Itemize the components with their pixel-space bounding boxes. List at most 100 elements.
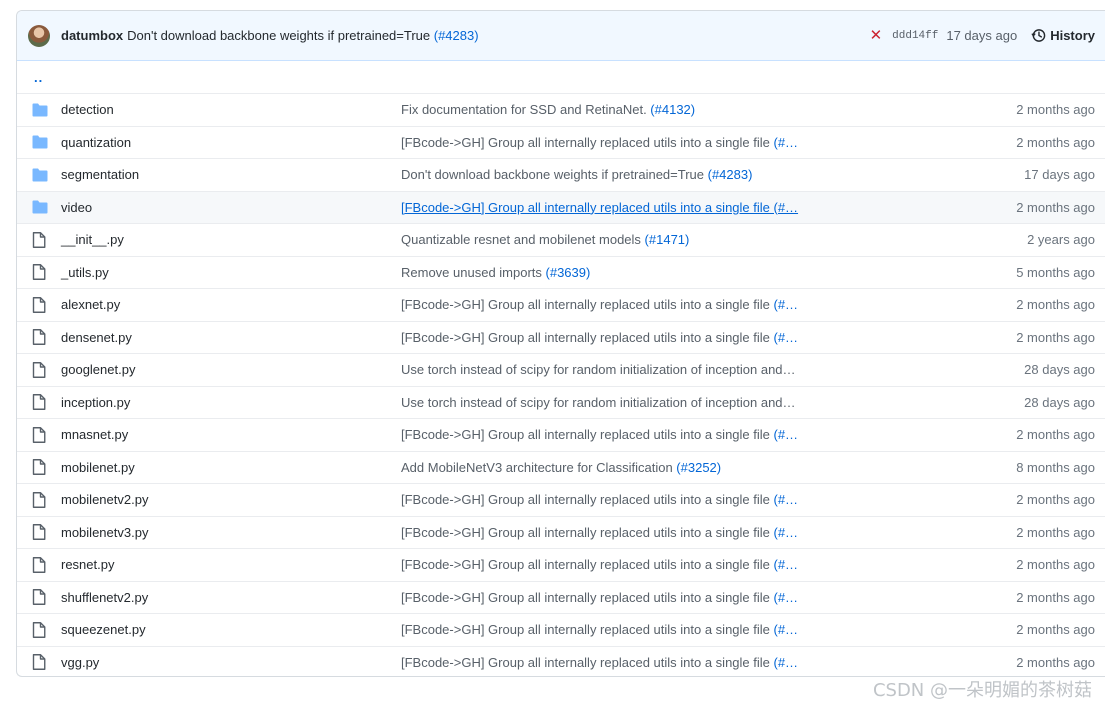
commit-message-link[interactable]: [FBcode->GH] Group all internally replac… — [401, 297, 801, 312]
commit-message-text[interactable]: [FBcode->GH] Group all internally replac… — [401, 590, 774, 605]
directory-row[interactable]: segmentation Don't download backbone weig… — [17, 158, 1105, 191]
commit-message-link[interactable]: [FBcode->GH] Group all internally replac… — [401, 557, 801, 572]
commit-message-text[interactable]: Don't download backbone weights if pretr… — [401, 167, 708, 182]
commit-message-link[interactable]: [FBcode->GH] Group all internally replac… — [401, 427, 801, 442]
file-name-link[interactable]: squeezenet.py — [61, 622, 401, 637]
commit-message-link[interactable]: Don't download backbone weights if pretr… — [401, 167, 801, 182]
parent-dir-link[interactable]: .. — [17, 70, 43, 85]
pr-link[interactable]: (#3639) — [546, 265, 591, 280]
file-name-link[interactable]: _utils.py — [61, 265, 401, 280]
file-name-link[interactable]: mnasnet.py — [61, 427, 401, 442]
file-row[interactable]: mnasnet.py [FBcode->GH] Group all interna… — [17, 418, 1105, 451]
file-row[interactable]: __init__.py Quantizable resnet and mobile… — [17, 223, 1105, 256]
pr-link[interactable]: (#… — [774, 590, 799, 605]
file-name-link[interactable]: mobilenetv2.py — [61, 492, 401, 507]
commit-message-text[interactable]: Remove unused imports — [401, 265, 546, 280]
file-name-link[interactable]: googlenet.py — [61, 362, 401, 377]
file-row[interactable]: mobilenet.py Add MobileNetV3 architecture… — [17, 450, 1105, 484]
commit-message-link[interactable]: [FBcode->GH] Group all internally replac… — [401, 135, 801, 150]
file-row[interactable]: resnet.py [FBcode->GH] Group all internal… — [17, 548, 1105, 581]
commit-message-link[interactable]: Fix documentation for SSD and RetinaNet.… — [401, 102, 801, 117]
file-row[interactable]: inception.py Use torch instead of scipy f… — [17, 385, 1105, 419]
commit-message-link[interactable]: [FBcode->GH] Group all internally replac… — [401, 525, 801, 540]
pr-link[interactable]: (#… — [774, 557, 799, 572]
pr-link[interactable]: (#… — [774, 525, 799, 540]
file-icon — [17, 556, 61, 573]
directory-row[interactable]: quantization [FBcode->GH] Group all inter… — [17, 125, 1105, 159]
commit-message-text[interactable]: [FBcode->GH] Group all internally replac… — [401, 622, 774, 637]
file-name-link[interactable]: densenet.py — [61, 330, 401, 345]
pr-link[interactable]: (#… — [774, 135, 799, 150]
file-icon — [17, 394, 61, 411]
file-row[interactable]: squeezenet.py [FBcode->GH] Group all inte… — [17, 613, 1105, 646]
commit-age: 2 months ago — [1016, 622, 1095, 638]
pr-link[interactable]: (#… — [774, 330, 799, 345]
commit-message-link[interactable]: [FBcode->GH] Group all internally replac… — [401, 200, 801, 215]
avatar[interactable] — [28, 24, 50, 47]
commit-message-text[interactable]: [FBcode->GH] Group all internally replac… — [401, 655, 774, 670]
file-name-link[interactable]: quantization — [61, 135, 401, 150]
commit-message-link[interactable]: [FBcode->GH] Group all internally replac… — [401, 492, 801, 507]
directory-row[interactable]: video [FBcode->GH] Group all internally r… — [17, 190, 1105, 223]
commit-message-text[interactable]: [FBcode->GH] Group all internally replac… — [401, 200, 798, 215]
commit-message-text[interactable]: Use torch instead of scipy for random in… — [401, 362, 796, 377]
file-row[interactable]: _utils.py Remove unused imports (#3639) 5 … — [17, 255, 1105, 289]
pr-link[interactable]: (#4283) — [708, 167, 753, 182]
directory-row[interactable]: detection Fix documentation for SSD and R… — [17, 93, 1105, 126]
file-name-link[interactable]: mobilenetv3.py — [61, 525, 401, 540]
history-button[interactable]: History — [1031, 28, 1095, 43]
commit-message-link[interactable]: [FBcode->GH] Group all internally replac… — [401, 330, 801, 345]
file-row[interactable]: vgg.py [FBcode->GH] Group all internally … — [17, 645, 1105, 677]
commit-message-text[interactable]: [FBcode->GH] Group all internally replac… — [401, 135, 774, 150]
pr-link[interactable]: (#… — [774, 492, 799, 507]
commit-message[interactable]: Don't download backbone weights if pretr… — [127, 28, 478, 43]
pr-link[interactable]: (#1471) — [645, 232, 690, 247]
commit-message-link[interactable]: Add MobileNetV3 architecture for Classif… — [401, 460, 801, 475]
file-name-link[interactable]: __init__.py — [61, 232, 401, 247]
file-row[interactable]: densenet.py [FBcode->GH] Group all intern… — [17, 320, 1105, 354]
file-name-link[interactable]: segmentation — [61, 167, 401, 182]
pr-link[interactable]: (#… — [774, 655, 799, 670]
commit-message-text[interactable]: [FBcode->GH] Group all internally replac… — [401, 297, 774, 312]
commit-message-link[interactable]: [FBcode->GH] Group all internally replac… — [401, 622, 801, 637]
commit-message-link[interactable]: Remove unused imports (#3639) — [401, 265, 801, 280]
commit-message-link[interactable]: [FBcode->GH] Group all internally replac… — [401, 655, 801, 670]
commit-message-link[interactable]: Use torch instead of scipy for random in… — [401, 395, 801, 410]
file-row[interactable]: alexnet.py [FBcode->GH] Group all interna… — [17, 288, 1105, 321]
file-row[interactable]: mobilenetv3.py [FBcode->GH] Group all int… — [17, 515, 1105, 549]
commit-message-text[interactable]: Quantizable resnet and mobilenet models — [401, 232, 645, 247]
commit-message-text[interactable]: [FBcode->GH] Group all internally replac… — [401, 557, 774, 572]
commit-message-text[interactable]: [FBcode->GH] Group all internally replac… — [401, 492, 774, 507]
commit-message-link[interactable]: Use torch instead of scipy for random in… — [401, 362, 801, 377]
pr-link[interactable]: (#… — [774, 297, 799, 312]
pr-link[interactable]: (#3252) — [676, 460, 721, 475]
file-name-link[interactable]: video — [61, 200, 401, 215]
file-row[interactable]: googlenet.py Use torch instead of scipy f… — [17, 353, 1105, 386]
commit-message-text[interactable]: [FBcode->GH] Group all internally replac… — [401, 427, 774, 442]
pr-link[interactable]: (#… — [774, 427, 799, 442]
commit-sha[interactable]: ddd14ff — [892, 30, 938, 42]
commit-message-text[interactable]: Fix documentation for SSD and RetinaNet. — [401, 102, 650, 117]
commit-pr-link[interactable]: (#4283) — [434, 28, 479, 43]
file-name-link[interactable]: detection — [61, 102, 401, 117]
file-name-link[interactable]: alexnet.py — [61, 297, 401, 312]
file-name-link[interactable]: resnet.py — [61, 557, 401, 572]
file-name-link[interactable]: shufflenetv2.py — [61, 590, 401, 605]
commit-message-text[interactable]: [FBcode->GH] Group all internally replac… — [401, 330, 774, 345]
parent-dir-row[interactable]: .. — [17, 61, 1105, 93]
file-name-link[interactable]: vgg.py — [61, 655, 401, 670]
pr-link[interactable]: (#… — [774, 622, 799, 637]
file-name-link[interactable]: inception.py — [61, 395, 401, 410]
pr-link[interactable]: (#4132) — [650, 102, 695, 117]
commit-message-text[interactable]: [FBcode->GH] Group all internally replac… — [401, 525, 774, 540]
commit-message-text[interactable]: Don't download backbone weights if pretr… — [127, 28, 430, 43]
file-row[interactable]: mobilenetv2.py [FBcode->GH] Group all int… — [17, 483, 1105, 516]
x-icon[interactable]: ✕ — [870, 28, 883, 43]
commit-message-text[interactable]: Add MobileNetV3 architecture for Classif… — [401, 460, 676, 475]
commit-message-link[interactable]: Quantizable resnet and mobilenet models … — [401, 232, 801, 247]
commit-message-link[interactable]: [FBcode->GH] Group all internally replac… — [401, 590, 801, 605]
file-row[interactable]: shufflenetv2.py [FBcode->GH] Group all in… — [17, 580, 1105, 614]
commit-message-text[interactable]: Use torch instead of scipy for random in… — [401, 395, 796, 410]
commit-author[interactable]: datumbox — [61, 28, 123, 43]
file-name-link[interactable]: mobilenet.py — [61, 460, 401, 475]
